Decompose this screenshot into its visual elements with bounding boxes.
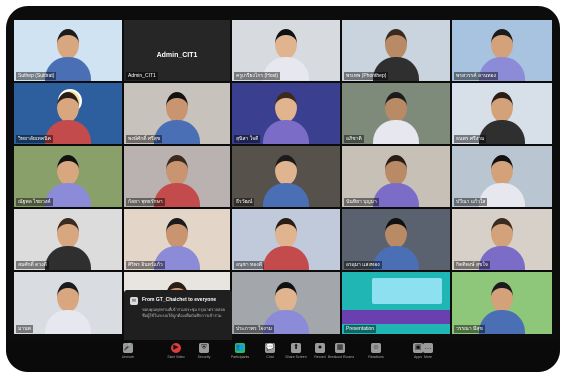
participant-name: ณัฐพล ไชยวงค์	[16, 198, 53, 206]
meeting-window: Suthep (Suttirat) Admin_CIT1 Admin_CIT1 ครู…	[6, 6, 560, 372]
participant-name: พรสวรรค์ ลานทอง	[454, 72, 498, 80]
toolbar-label: Share Screen	[285, 355, 307, 359]
toolbar-label: Security	[197, 355, 211, 359]
record-icon: ●	[315, 343, 325, 353]
more-button[interactable]: … More	[416, 343, 440, 359]
participant-name: Presentation	[344, 325, 377, 333]
more-icon: …	[423, 343, 433, 353]
participant-name: อภิชาติ	[344, 135, 364, 143]
participant-tile[interactable]: ครูเกรียงไกร (Host)	[232, 20, 340, 81]
share-screen-icon: ⬆	[291, 343, 301, 353]
participant-tile[interactable]: Presentation	[342, 272, 450, 334]
shared-screen-thumbnail	[372, 278, 442, 304]
participant-tile[interactable]: ประภาพร ใจงาม	[232, 272, 340, 334]
participant-tile[interactable]: อนุชา ทองดี	[232, 209, 340, 270]
participant-name: วรรณา มีสุข	[454, 325, 485, 333]
shield-button[interactable]: ⛨ Security	[192, 343, 216, 359]
breakout-rooms-button[interactable]: ▦ Breakout Rooms	[328, 343, 355, 359]
participants-button[interactable]: 👥 Participants	[228, 343, 252, 359]
chat-icon: 💬	[265, 343, 275, 353]
chat-notification-title: From GT_Chaichet to everyone	[142, 297, 217, 303]
toolbar-label: Chat	[266, 355, 274, 359]
participant-tile[interactable]: สมศักดิ์ ดวงดี	[14, 209, 122, 270]
participant-tile[interactable]: กิตติพงษ์ สุขใจ	[452, 209, 552, 270]
participant-name: สมศักดิ์ ดวงดี	[16, 261, 49, 269]
participant-tile[interactable]: อรอุมา แสงทอง	[342, 209, 450, 270]
microphone-button[interactable]: 🎤 Unmute	[116, 343, 140, 359]
participant-name: ธีรวัฒน์	[234, 198, 255, 206]
participant-tile[interactable]: อภิชาติ	[342, 83, 450, 144]
participant-video	[479, 282, 525, 334]
participant-name: พรเทพ (Phonthep)	[344, 72, 389, 80]
participant-video	[373, 155, 419, 207]
participant-tile[interactable]: ธีรวัฒน์	[232, 146, 340, 207]
microphone-icon: 🎤	[123, 343, 133, 353]
shield-icon: ⛨	[199, 343, 209, 353]
participant-name: วิทยาลัยเทคนิค	[16, 135, 53, 143]
shared-screen-band	[342, 310, 450, 324]
breakout-rooms-icon: ▦	[335, 343, 345, 353]
participant-tile[interactable]: สุนิสา ใจดี	[232, 83, 340, 144]
participant-name: อรอุมา แสงทอง	[344, 261, 382, 269]
reactions-button[interactable]: ☺ Reactions	[364, 343, 388, 359]
participant-name: กัลยา พุทธรักษา	[126, 198, 165, 206]
participant-tile[interactable]: วรรณา มีสุข	[452, 272, 552, 334]
participant-tile[interactable]: พงษ์ศักดิ์ ศรีสุข	[124, 83, 230, 144]
toolbar-label: Breakout Rooms	[328, 355, 355, 359]
meeting-toolbar: 🎤 Unmute ▶ Start Video ⛨ Security 👥 Participant…	[6, 340, 560, 372]
participants-icon: 👥	[235, 343, 245, 353]
participant-name: อนุชา ทองดี	[234, 261, 264, 269]
participant-tile[interactable]: ศิริพร อินทร์แก้ว	[124, 209, 230, 270]
toolbar-label: Reactions	[368, 355, 384, 359]
video-gallery: Suthep (Suttirat) Admin_CIT1 Admin_CIT1 ครู…	[14, 20, 552, 336]
participant-name: ปวีณา แก้วใส	[454, 198, 488, 206]
reactions-icon: ☺	[371, 343, 381, 353]
participant-tile[interactable]: พรเทพ (Phonthep)	[342, 20, 450, 81]
toolbar-label: More	[424, 355, 432, 359]
participant-name: Admin_CIT1	[126, 72, 158, 80]
participant-video	[45, 218, 91, 270]
participant-tile[interactable]: กัลยา พุทธรักษา	[124, 146, 230, 207]
toolbar-label: Participants	[230, 355, 250, 359]
participant-name: ธนพร ศรีงาม	[454, 135, 487, 143]
participant-tile[interactable]: มานพ	[14, 272, 122, 334]
participant-name: Suthep (Suttirat)	[16, 72, 57, 80]
video-icon: ▶	[171, 343, 181, 353]
toolbar-label: Start Video	[167, 355, 185, 359]
chat-notification-message: ขอบคุณทุกท่านที่เข้าร่วมประชุม กรุณาตรวจ…	[142, 307, 226, 318]
participant-name: ศิริพร อินทร์แก้ว	[126, 261, 165, 269]
participant-tile[interactable]: ธนพร ศรีงาม	[452, 83, 552, 144]
participant-tile[interactable]: Suthep (Suttirat)	[14, 20, 122, 81]
participant-name: ครูเกรียงไกร (Host)	[234, 72, 281, 80]
chat-icon: ✉	[130, 297, 138, 305]
toolbar-label: Unmute	[121, 355, 135, 359]
participant-tile[interactable]: วิทยาลัยเทคนิค	[14, 83, 122, 144]
participant-video	[45, 282, 91, 334]
chat-button[interactable]: 💬 Chat	[258, 343, 282, 359]
participant-video	[263, 218, 309, 270]
share-screen-button[interactable]: ⬆ Share Screen	[284, 343, 308, 359]
participant-video	[263, 92, 309, 144]
participant-video	[263, 155, 309, 207]
participant-video	[373, 92, 419, 144]
participant-tile[interactable]: นันทิยา บุญมา	[342, 146, 450, 207]
participant-tile[interactable]: พรสวรรค์ ลานทอง	[452, 20, 552, 81]
video-button[interactable]: ▶ Start Video	[164, 343, 188, 359]
participant-tile[interactable]: ณัฐพล ไชยวงค์	[14, 146, 122, 207]
participant-name: พงษ์ศักดิ์ ศรีสุข	[126, 135, 163, 143]
participant-name: มานพ	[16, 325, 33, 333]
participant-name: กิตติพงษ์ สุขใจ	[454, 261, 490, 269]
participant-tile[interactable]: ปวีณา แก้วใส	[452, 146, 552, 207]
admin-tile-title: Admin_CIT1	[156, 52, 198, 59]
participant-name: สุนิสา ใจดี	[234, 135, 261, 143]
participant-tile[interactable]: Admin_CIT1 Admin_CIT1	[124, 20, 230, 81]
participant-name: ประภาพร ใจงาม	[234, 325, 274, 333]
participant-name: นันทิยา บุญมา	[344, 198, 379, 206]
